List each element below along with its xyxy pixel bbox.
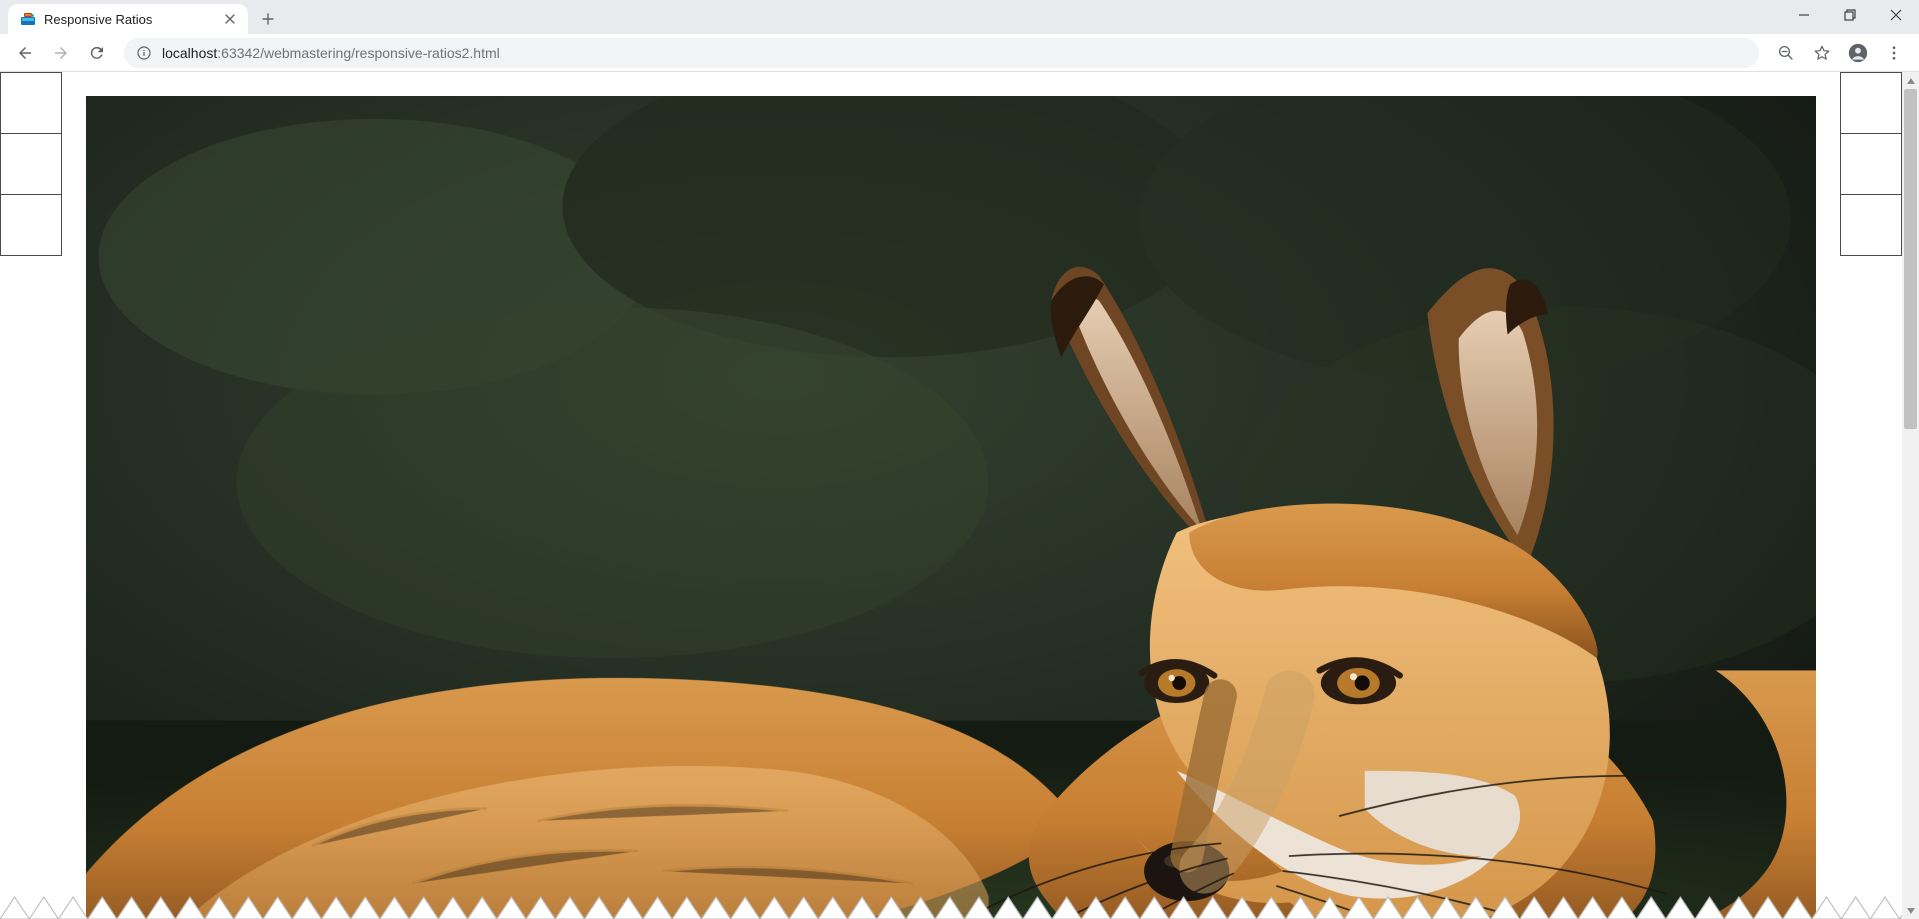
window-titlebar: Responsive Ratios xyxy=(0,0,1919,34)
profile-avatar-button[interactable] xyxy=(1841,36,1875,70)
scroll-thumb[interactable] xyxy=(1904,89,1917,429)
url-host: localhost xyxy=(162,45,217,61)
vertical-scrollbar[interactable] xyxy=(1902,72,1919,919)
scroll-down-button[interactable] xyxy=(1902,902,1919,919)
bookmark-star-button[interactable] xyxy=(1805,36,1839,70)
site-info-icon[interactable] xyxy=(136,45,152,61)
page-content xyxy=(0,72,1902,919)
back-button[interactable] xyxy=(8,36,42,70)
window-close-button[interactable] xyxy=(1873,0,1919,30)
new-tab-button[interactable] xyxy=(254,5,282,33)
reload-button[interactable] xyxy=(80,36,114,70)
url-path: :63342/webmastering/responsive-ratios2.h… xyxy=(217,45,499,61)
window-maximize-button[interactable] xyxy=(1827,0,1873,30)
kebab-menu-button[interactable] xyxy=(1877,36,1911,70)
left-edge-boxes xyxy=(0,72,62,256)
edge-box xyxy=(1840,133,1902,195)
forward-button[interactable] xyxy=(44,36,78,70)
tab-close-button[interactable] xyxy=(222,11,238,27)
address-bar[interactable]: localhost:63342/webmastering/responsive-… xyxy=(124,38,1759,68)
tab-title: Responsive Ratios xyxy=(44,12,214,27)
edge-box xyxy=(0,194,62,256)
browser-toolbar: localhost:63342/webmastering/responsive-… xyxy=(0,34,1919,72)
viewport xyxy=(0,72,1919,919)
edge-box xyxy=(1840,72,1902,134)
window-controls xyxy=(1781,0,1919,34)
tab-favicon-icon xyxy=(20,11,36,27)
hero-image xyxy=(86,96,1816,919)
url-text: localhost:63342/webmastering/responsive-… xyxy=(162,45,500,61)
scroll-up-button[interactable] xyxy=(1902,72,1919,89)
window-minimize-button[interactable] xyxy=(1781,0,1827,30)
tab-strip: Responsive Ratios xyxy=(0,0,282,34)
browser-tab[interactable]: Responsive Ratios xyxy=(8,4,248,34)
right-edge-boxes xyxy=(1840,72,1902,256)
edge-box xyxy=(0,72,62,134)
zoom-icon[interactable] xyxy=(1769,36,1803,70)
edge-box xyxy=(1840,194,1902,256)
edge-box xyxy=(0,133,62,195)
